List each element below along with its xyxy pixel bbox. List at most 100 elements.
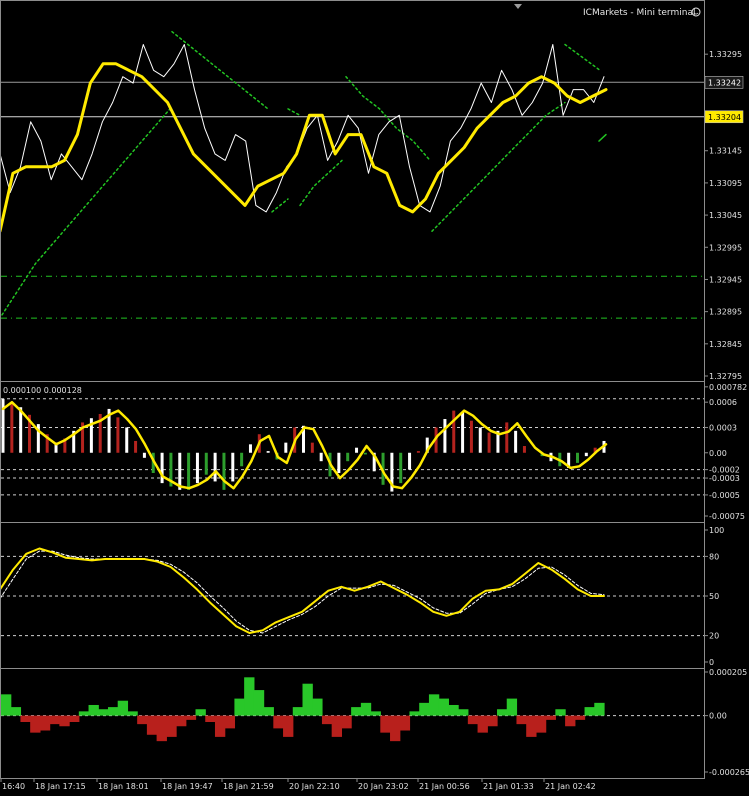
trading-chart[interactable]: ICMarkets - Mini terminal 1.33295 1.33145…	[0, 0, 749, 796]
hist-bar	[321, 715, 333, 725]
hist-bar	[176, 715, 187, 727]
hist-bar	[205, 715, 216, 722]
envelope-lower-right-line	[431, 101, 566, 232]
hist-bar	[458, 709, 469, 716]
osc-axis-tick-label-3: 0.00	[709, 449, 727, 458]
hist-bar	[438, 698, 449, 716]
time-label-5: 20 Jan 22:10	[289, 782, 340, 791]
hist-bar	[526, 715, 537, 737]
hist-bar	[428, 694, 440, 716]
price-axis-tick-label-5: 1.32945	[709, 275, 742, 284]
time-axis: 16:40 18 Jan 17:15 18 Jan 18:01 18 Jan 19:4…	[0, 778, 596, 791]
hist-bar	[30, 715, 41, 733]
hist-bar	[390, 715, 401, 742]
hist-bar	[263, 707, 274, 716]
hist-bar	[506, 698, 518, 716]
stoch-signal-line	[0, 550, 605, 634]
envelope-segment-c-line	[299, 159, 343, 207]
hist-bar	[137, 715, 148, 725]
hist-bar	[39, 715, 51, 731]
scroll-marker-icon[interactable]	[514, 4, 522, 9]
envelope-lower-left-line	[1, 108, 171, 316]
hist-axis-tick-label-2: -0.000265	[709, 768, 749, 777]
hist-bar	[78, 711, 90, 716]
hist-bar	[331, 715, 343, 737]
hist-axis-tick-label-1: 0.00	[709, 712, 727, 721]
hist-bar	[380, 715, 391, 733]
hist-bar	[59, 715, 70, 727]
hist-bar	[312, 698, 323, 716]
price-axis-tick-label-6: 1.32895	[709, 308, 742, 317]
hist-bar	[565, 715, 576, 727]
price-axis-tick-label-2: 1.33095	[709, 179, 742, 188]
envelope-segment-a-line	[271, 198, 289, 213]
hist-bar	[283, 715, 294, 737]
hist-bar	[10, 707, 22, 716]
main-price-panel[interactable]: 1.33295 1.33145 1.33095 1.33045 1.32995 1.329…	[0, 30, 744, 381]
time-label-8: 21 Jan 01:33	[483, 782, 534, 791]
price-axis-tick-label-1: 1.33145	[709, 147, 742, 156]
time-label-9: 21 Jan 02:42	[545, 782, 596, 791]
hist-bar	[20, 715, 31, 722]
oscillator-panel[interactable]: 0.0007820.00060.00030.00-0.0002-0.0003-0…	[1, 383, 747, 521]
envelope-segment-d-line	[345, 75, 431, 162]
hist-bar	[156, 715, 167, 742]
time-label-1: 18 Jan 17:15	[35, 782, 86, 791]
hist-bar	[545, 715, 556, 720]
hist-bar	[195, 709, 206, 716]
hist-bar	[448, 704, 459, 716]
price-axis-tick-label-3: 1.33045	[709, 211, 742, 220]
hist-bar	[146, 715, 158, 735]
price-axis-tick-label-4: 1.32995	[709, 243, 742, 252]
envelope-upper-line	[171, 30, 269, 110]
hist-bar	[409, 711, 420, 716]
hist-bar	[594, 702, 605, 716]
time-label-6: 20 Jan 23:02	[358, 782, 409, 791]
price-line	[0, 44, 605, 213]
hist-bar	[88, 704, 99, 716]
hist-bar	[292, 707, 304, 716]
hist-bar	[253, 690, 265, 716]
osc-axis-tick-label-2: 0.0003	[709, 423, 737, 432]
hist-bar	[117, 700, 129, 716]
hist-bar	[69, 715, 80, 722]
hist-bar	[477, 715, 488, 733]
time-label-3: 18 Jan 19:47	[162, 782, 213, 791]
stoch-axis-tick-label-1: 80	[709, 552, 719, 561]
hist-bar	[166, 715, 177, 737]
osc-axis-tick-label-7: -0.00075	[709, 512, 745, 521]
histogram-panel[interactable]: 0.000205 0.00 -0.000265	[1, 668, 749, 777]
moving-average-line	[0, 62, 608, 233]
price-tag-0: 1.33242	[708, 78, 741, 87]
hist-bar	[497, 709, 508, 716]
osc-axis-tick-label-6: -0.0005	[709, 491, 740, 500]
stoch-axis-tick-label-3: 20	[709, 632, 719, 641]
hist-bar	[234, 698, 245, 716]
stoch-axis-tick-label-2: 50	[709, 592, 719, 601]
hist-bar	[98, 709, 109, 716]
hist-bar	[244, 677, 255, 716]
price-axis-tick-label-7: 1.32845	[709, 340, 742, 349]
panel-frame-2	[0, 381, 705, 523]
envelope-upper-right-line	[564, 43, 601, 72]
hist-bar	[107, 707, 119, 716]
stochastic-panel[interactable]: 100 80 50 20 0	[0, 526, 724, 667]
hist-bar	[224, 715, 236, 729]
stoch-axis-tick-label-4: 0	[709, 658, 714, 667]
envelope-segment-b-line	[287, 108, 301, 117]
hist-bar	[360, 702, 372, 716]
hist-bar	[49, 715, 60, 725]
hist-bar	[419, 702, 430, 716]
hist-bar	[185, 715, 197, 720]
osc-header: 0.000100 0.000128	[3, 386, 82, 395]
time-label-4: 18 Jan 21:59	[223, 782, 274, 791]
hist-bar	[351, 707, 362, 716]
hist-bar	[370, 711, 381, 716]
price-axis-tick-label-0: 1.33295	[709, 50, 742, 59]
price-tag-1: 1.33204	[708, 113, 741, 122]
panel-frame-1	[0, 0, 705, 382]
hist-axis-tick-label-0: 0.000205	[709, 668, 747, 677]
time-label-0: 16:40	[2, 782, 25, 791]
hist-bar	[127, 711, 138, 716]
hist-bar	[341, 715, 352, 729]
